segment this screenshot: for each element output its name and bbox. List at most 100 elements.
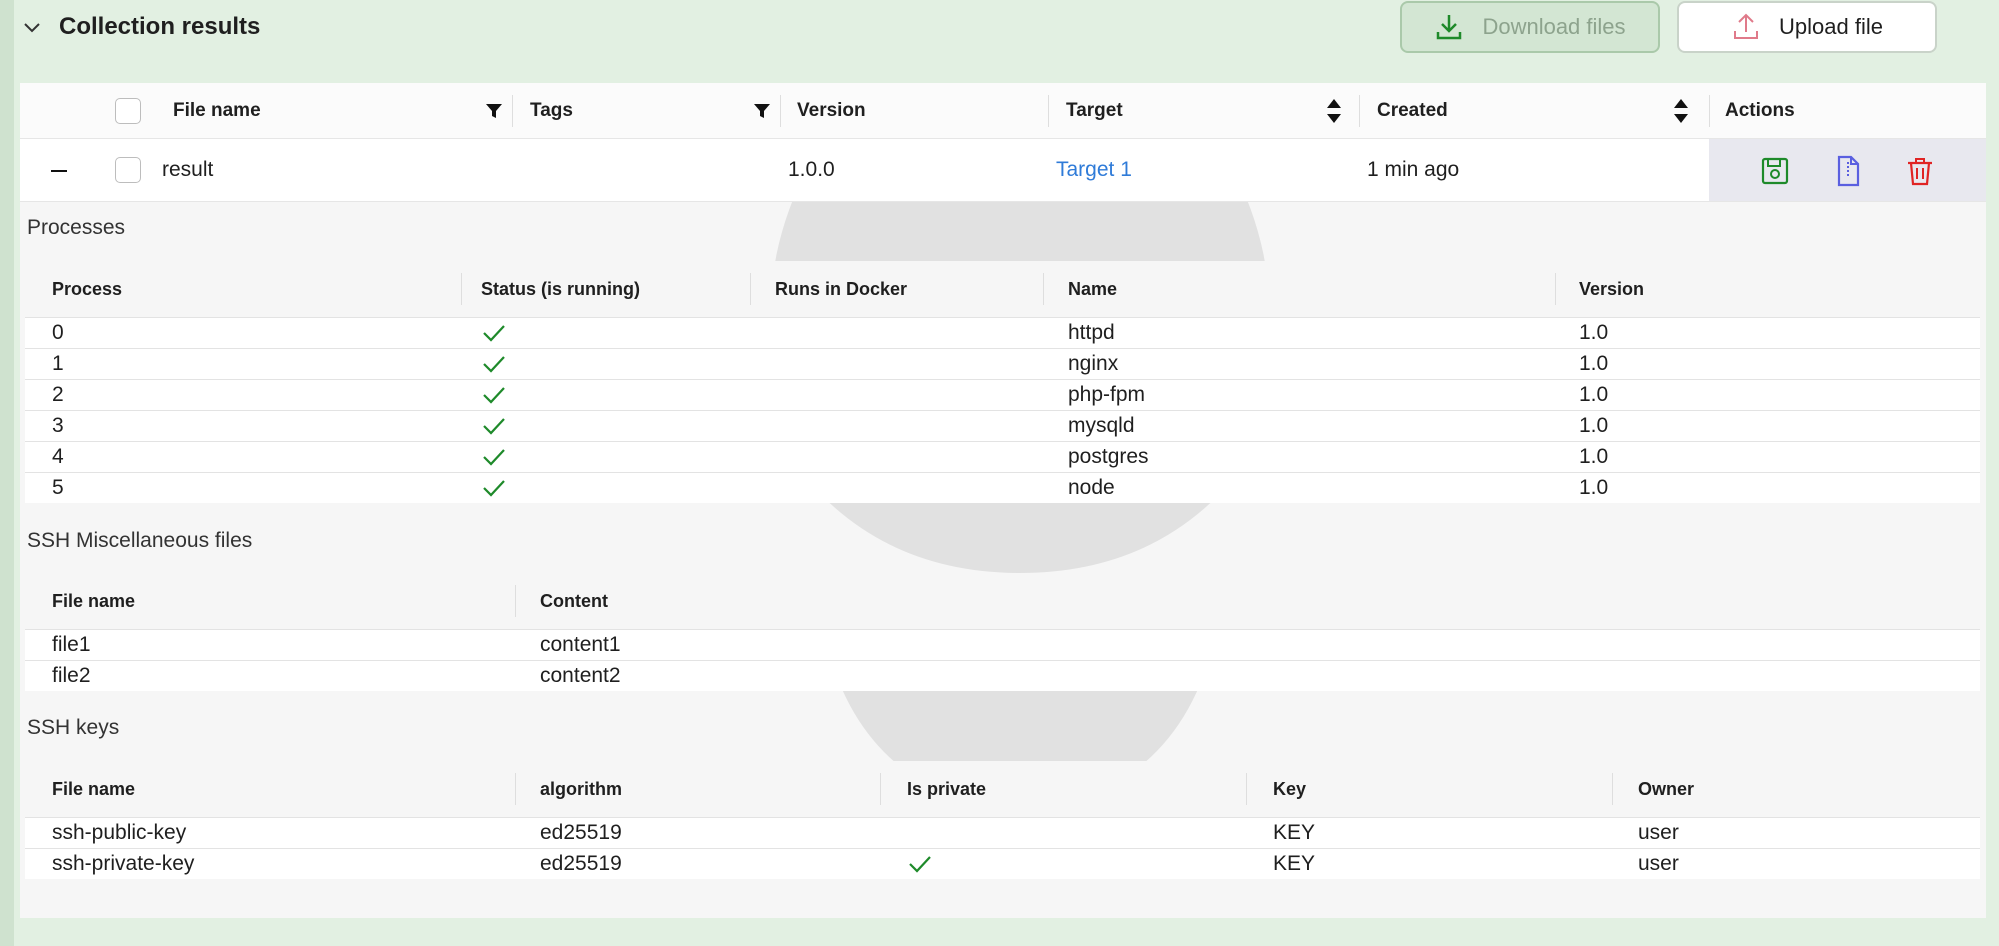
column-separator [1359,95,1360,127]
left-border [0,0,14,946]
status-cell [481,318,507,348]
process-id-cell: 0 [52,321,64,344]
misc-files-header: File name Content [25,573,1980,629]
column-separator [1048,95,1049,127]
column-header: Name [1068,278,1118,299]
document-icon[interactable] [1831,154,1865,188]
column-header-created[interactable]: Created [1377,83,1448,138]
column-header-version[interactable]: Version [797,83,866,138]
column-header-tags[interactable]: Tags [530,83,573,138]
download-files-button[interactable]: Download files [1400,1,1660,53]
table-row: 3 mysqld 1.0 [25,410,1980,441]
content-cell: content1 [540,633,621,656]
column-separator [1043,273,1044,305]
ssh-keys-table: File name algorithm Is private Key Owner… [25,761,1980,879]
version-cell: 1.0 [1579,321,1609,344]
column-header: Key [1273,778,1307,799]
process-name-cell: nginx [1068,352,1119,375]
column-header: Runs in Docker [775,278,908,299]
select-all-checkbox-cell [115,83,141,138]
trash-icon[interactable] [1903,154,1937,188]
key-cell: KEY [1273,852,1316,875]
process-name-cell: php-fpm [1068,383,1146,406]
file-name-cell: ssh-public-key [52,821,187,844]
file-name-cell: ssh-private-key [52,852,195,875]
column-header-target[interactable]: Target [1066,83,1123,138]
misc-files-table: File name Content file1 content1 file2 cont… [25,573,1980,691]
select-all-checkbox[interactable] [115,97,141,124]
check-icon [483,480,505,497]
page-title: Collection results [59,13,261,40]
file-name-cell: file1 [52,633,91,656]
table-row: 4 postgres 1.0 [25,441,1980,472]
column-separator [1612,773,1613,805]
ssh-keys-title: SSH keys [27,716,120,739]
process-id-cell: 4 [52,445,64,468]
row-created: 1 min ago [1367,158,1460,181]
column-separator [1246,773,1247,805]
main-table-header: File name Tags Version Target Created Ac… [20,83,1986,139]
version-cell: 1.0 [1579,414,1609,437]
is-private-cell [907,849,933,879]
version-cell: 1.0 [1579,445,1609,468]
minus-icon[interactable] [48,160,70,182]
column-header: Owner [1638,778,1695,799]
filter-icon[interactable] [483,100,505,122]
row-checkbox[interactable] [115,157,141,183]
column-separator [880,773,881,805]
file-name-cell: file2 [52,664,91,687]
check-icon [483,449,505,466]
column-header-actions: Actions [1725,99,1795,121]
table-row: ssh-private-key ed25519 KEY user [25,848,1980,879]
check-icon [909,856,931,873]
column-separator [515,585,516,617]
process-id-cell: 1 [52,352,64,375]
results-panel: File name Tags Version Target Created Ac… [20,83,1986,918]
row-file-name: result [162,158,214,181]
collection-header: Collection results Download files Upload… [0,0,1999,62]
column-header: File name [52,590,136,611]
process-name-cell: postgres [1068,445,1149,468]
table-row[interactable]: result 1.0.0 Target 1 1 min ago [20,139,1986,202]
content-cell: content2 [540,664,621,687]
column-separator [512,95,513,127]
version-cell: 1.0 [1579,476,1609,499]
row-target-link[interactable]: Target 1 [1056,139,1132,201]
upload-file-label: Upload file [1779,14,1883,39]
download-files-label: Download files [1482,14,1626,39]
process-name-cell: httpd [1068,321,1115,344]
key-cell: KEY [1273,821,1316,844]
column-separator [1709,95,1710,127]
processes-title: Processes [27,216,126,239]
column-header: Is private [907,778,987,799]
check-icon [483,325,505,342]
column-separator [515,773,516,805]
chevron-down-icon[interactable] [22,18,42,38]
column-header: Content [540,590,608,611]
column-separator [780,95,781,127]
save-icon[interactable] [1758,154,1792,188]
version-cell: 1.0 [1579,352,1609,375]
sort-icon[interactable] [1672,97,1690,125]
filter-icon[interactable] [751,100,773,122]
table-row: ssh-public-key ed25519 KEY user [25,817,1980,848]
column-header: algorithm [540,778,623,799]
owner-cell: user [1638,821,1679,844]
status-cell [481,380,507,410]
check-icon [483,418,505,435]
column-header-file-name[interactable]: File name [173,83,261,138]
table-row: file2 content2 [25,660,1980,691]
column-header: File name [52,778,136,799]
process-id-cell: 2 [52,383,64,406]
algorithm-cell: ed25519 [540,821,622,844]
status-cell [481,442,507,472]
column-separator [461,273,462,305]
version-cell: 1.0 [1579,383,1609,406]
misc-files-title: SSH Miscellaneous files [27,529,253,552]
download-icon [1437,15,1462,40]
process-id-cell: 3 [52,414,64,437]
status-cell [481,349,507,379]
status-cell [481,411,507,441]
upload-file-button[interactable]: Upload file [1677,1,1937,53]
sort-icon[interactable] [1325,97,1343,125]
